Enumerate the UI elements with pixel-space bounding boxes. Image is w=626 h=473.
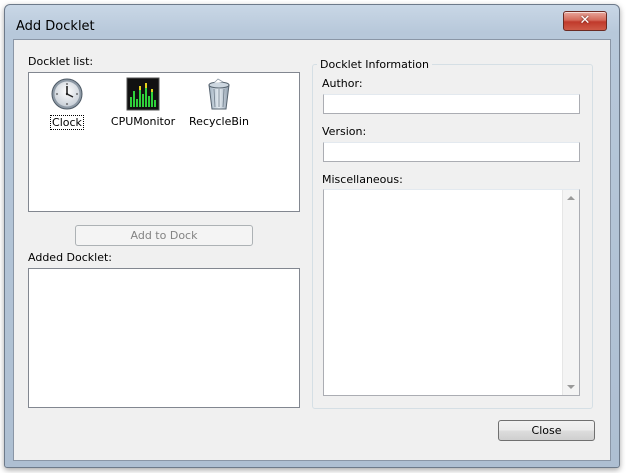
close-icon: ✕: [579, 13, 591, 28]
scroll-up-arrow-icon[interactable]: [567, 196, 575, 200]
miscellaneous-textarea[interactable]: [323, 189, 580, 396]
docklet-item-label: RecycleBin: [189, 115, 249, 128]
author-field[interactable]: [323, 94, 580, 114]
miscellaneous-label: Miscellaneous:: [322, 173, 403, 186]
docklet-item-label: Clock: [50, 115, 84, 130]
docklet-information-title: Docklet Information: [317, 58, 432, 71]
window-title: Add Docklet: [16, 19, 95, 34]
docklet-item-clock[interactable]: Clock: [30, 77, 104, 130]
added-docklet-list[interactable]: [28, 268, 300, 408]
scroll-down-arrow-icon[interactable]: [567, 385, 575, 389]
author-label: Author:: [322, 77, 363, 90]
title-bar[interactable]: Add Docklet ✕: [5, 5, 619, 39]
cpu-monitor-icon: [126, 77, 160, 111]
misc-scrollbar[interactable]: [562, 190, 579, 395]
dialog-client-area: Docklet list: Clock CPUMonitor RecycleBi…: [13, 39, 611, 461]
version-field[interactable]: [323, 142, 580, 162]
add-docklet-window: Add Docklet ✕ Docklet list: Clock CPUMon…: [4, 4, 620, 468]
docklet-list-label: Docklet list:: [28, 55, 94, 68]
add-to-dock-button[interactable]: Add to Dock: [75, 225, 253, 246]
docklet-item-label: CPUMonitor: [110, 115, 176, 128]
window-close-button[interactable]: ✕: [563, 11, 607, 31]
version-label: Version:: [322, 125, 367, 138]
recycle-bin-icon: [208, 78, 230, 110]
docklet-item-cpumonitor[interactable]: CPUMonitor: [106, 77, 180, 128]
clock-icon: [51, 78, 83, 110]
docklet-list[interactable]: Clock CPUMonitor RecycleBin: [28, 72, 300, 212]
close-button[interactable]: Close: [498, 420, 595, 441]
added-docklet-label: Added Docklet:: [28, 251, 113, 264]
docklet-item-recyclebin[interactable]: RecycleBin: [182, 77, 256, 128]
